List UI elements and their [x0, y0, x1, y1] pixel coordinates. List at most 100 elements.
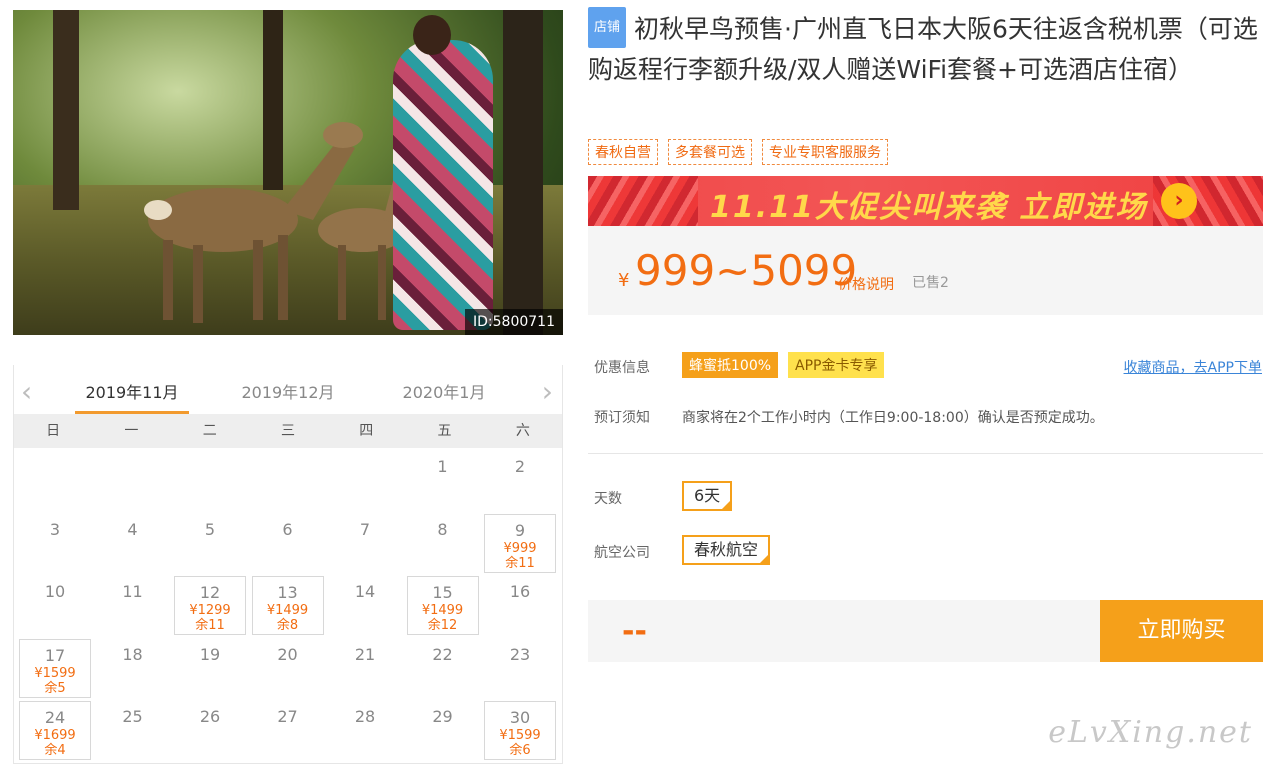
- calendar-day: 3: [19, 514, 91, 573]
- calendar-day-available[interactable]: 12 ¥1299 余11: [174, 576, 246, 635]
- day-number: 11: [122, 582, 143, 601]
- chevron-right-icon[interactable]: ›: [542, 375, 553, 408]
- day-number: 14: [354, 582, 376, 601]
- price-calendar: ‹ 2019年11月 2019年12月 2020年1月 › 日 一 二 三 四 …: [13, 365, 563, 764]
- day-stock: 余6: [509, 743, 531, 758]
- calendar-day: 19: [174, 639, 246, 698]
- day-number: 16: [509, 582, 531, 601]
- discount-label: 优惠信息: [594, 360, 650, 376]
- day-number: 1: [437, 457, 448, 476]
- month-tab-jan[interactable]: 2020年1月: [387, 379, 501, 403]
- service-tag: 春秋自营: [588, 139, 658, 165]
- day-number: 6: [282, 519, 293, 539]
- sold-count: 已售2: [912, 275, 949, 291]
- chevron-left-icon[interactable]: ‹: [21, 375, 32, 408]
- product-title-block: 店铺 初秋早鸟预售·广州直飞日本大阪6天往返含税机票（可选购返程行李额升级/双人赠…: [588, 7, 1258, 88]
- notice-text: 商家将在2个工作小时内（工作日9:00-18:00）确认是否预定成功。: [682, 410, 1104, 426]
- day-number: 3: [49, 519, 61, 539]
- calendar-day: 5: [174, 514, 246, 573]
- day-number: 4: [127, 519, 138, 539]
- day-number: 29: [432, 707, 453, 726]
- weekday-label: 一: [124, 423, 139, 439]
- favorite-link[interactable]: 收藏商品，去APP下单: [1124, 357, 1262, 377]
- day-price: ¥1699: [34, 728, 76, 743]
- day-number: 5: [204, 519, 216, 539]
- calendar-day-available[interactable]: 17 ¥1599 余5: [19, 638, 91, 698]
- day-number: 23: [509, 644, 531, 664]
- day-price: ¥1499: [421, 603, 464, 618]
- weekday-label: 四: [359, 423, 374, 439]
- day-stock: 余4: [44, 743, 66, 758]
- shop-tag[interactable]: 店铺: [588, 7, 627, 48]
- weekday-header: 日 一 二 三 四 五 六: [14, 414, 562, 448]
- month-tab-dec[interactable]: 2019年12月: [231, 379, 345, 403]
- days-option[interactable]: 6天 ✓: [682, 481, 733, 511]
- calendar-day: 11: [97, 576, 169, 635]
- day-number: 13: [277, 583, 298, 602]
- photo-id-badge: ID:5800711: [465, 309, 563, 335]
- day-number: 30: [509, 708, 531, 727]
- day-stock: 余11: [505, 555, 535, 571]
- calendar-day-available[interactable]: 30 ¥1599 余6: [484, 701, 556, 760]
- day-price: ¥1499: [266, 603, 309, 618]
- day-number: 7: [359, 519, 371, 539]
- day-price: ¥999: [503, 540, 537, 556]
- day-number: 19: [199, 644, 221, 664]
- calendar-day-available[interactable]: 9 ¥999 余11: [484, 513, 556, 573]
- day-number: 27: [277, 707, 298, 726]
- service-tag: 专业专职客服服务: [762, 139, 888, 165]
- calendar-header: ‹ 2019年11月 2019年12月 2020年1月 ›: [13, 365, 563, 414]
- calendar-day: 4: [97, 514, 169, 573]
- product-title: 店铺 初秋早鸟预售·广州直飞日本大阪6天往返含税机票（可选购返程行李额升级/双人赠…: [588, 7, 1258, 88]
- weekday-label: 五: [437, 423, 452, 439]
- day-number: 12: [199, 583, 221, 602]
- price-box: ¥ 999~5099 价格说明 已售2: [588, 226, 1263, 315]
- product-title-text: 初秋早鸟预售·广州直飞日本大阪6天往返含税机票（可选购返程行李额升级/双人赠送W…: [588, 14, 1258, 85]
- day-number: 18: [122, 644, 143, 664]
- weekday-label: 日: [46, 423, 61, 439]
- calendar-day: 25: [97, 701, 169, 760]
- currency-symbol: ¥: [618, 270, 630, 291]
- product-photo: ID:5800711: [13, 10, 563, 335]
- day-number: 15: [432, 583, 453, 602]
- calendar-day: 22: [407, 639, 479, 698]
- calendar-day-available[interactable]: 13 ¥1499 余8: [251, 576, 324, 635]
- calendar-day-available[interactable]: 15 ¥1499 余12: [406, 576, 479, 635]
- discount-badge-honey: 蜂蜜抵100%: [682, 352, 779, 378]
- calendar-day: 1: [407, 451, 479, 510]
- promo-banner[interactable]: 11.11大促尖叫来袭 立即进场 ›: [588, 176, 1263, 226]
- day-stock: 余11: [195, 618, 225, 633]
- day-number: 9: [514, 520, 526, 540]
- check-icon: ✓: [760, 546, 768, 555]
- day-number: 25: [122, 707, 143, 726]
- month-tab-nov[interactable]: 2019年11月: [75, 379, 189, 414]
- kimono-figure: [393, 40, 493, 330]
- total-price: --: [622, 614, 647, 649]
- divider: [588, 453, 1263, 454]
- figure-head: [413, 15, 451, 55]
- day-number: 17: [44, 645, 66, 665]
- day-price: ¥1599: [34, 665, 76, 681]
- weekday-label: 六: [515, 423, 530, 439]
- calendar-day-available[interactable]: 24 ¥1699 余4: [19, 701, 91, 760]
- buy-now-button[interactable]: 立即购买: [1100, 600, 1263, 662]
- calendar-day: 18: [97, 639, 169, 698]
- calendar-day: 16: [484, 576, 556, 635]
- calendar-day: 28: [329, 701, 401, 760]
- airline-option-label: 春秋航空: [694, 540, 759, 559]
- days-label: 天数: [594, 491, 622, 507]
- day-number: 24: [44, 708, 66, 727]
- day-number: 21: [354, 644, 376, 664]
- calendar-day: 6: [252, 514, 324, 573]
- calendar-day: 7: [329, 514, 401, 573]
- service-tags: 春秋自营 多套餐可选 专业专职客服服务: [588, 139, 888, 165]
- notice-label: 预订须知: [594, 410, 650, 426]
- arrow-right-circle-icon[interactable]: ›: [1161, 183, 1197, 219]
- airline-label: 航空公司: [594, 545, 650, 561]
- airline-option[interactable]: 春秋航空 ✓: [682, 535, 771, 565]
- banner-decoration: [588, 176, 698, 226]
- price-explain-link[interactable]: 价格说明: [838, 274, 894, 294]
- day-number: 2: [514, 457, 526, 476]
- photo-tree: [503, 10, 543, 335]
- calendar-day: 21: [329, 639, 401, 698]
